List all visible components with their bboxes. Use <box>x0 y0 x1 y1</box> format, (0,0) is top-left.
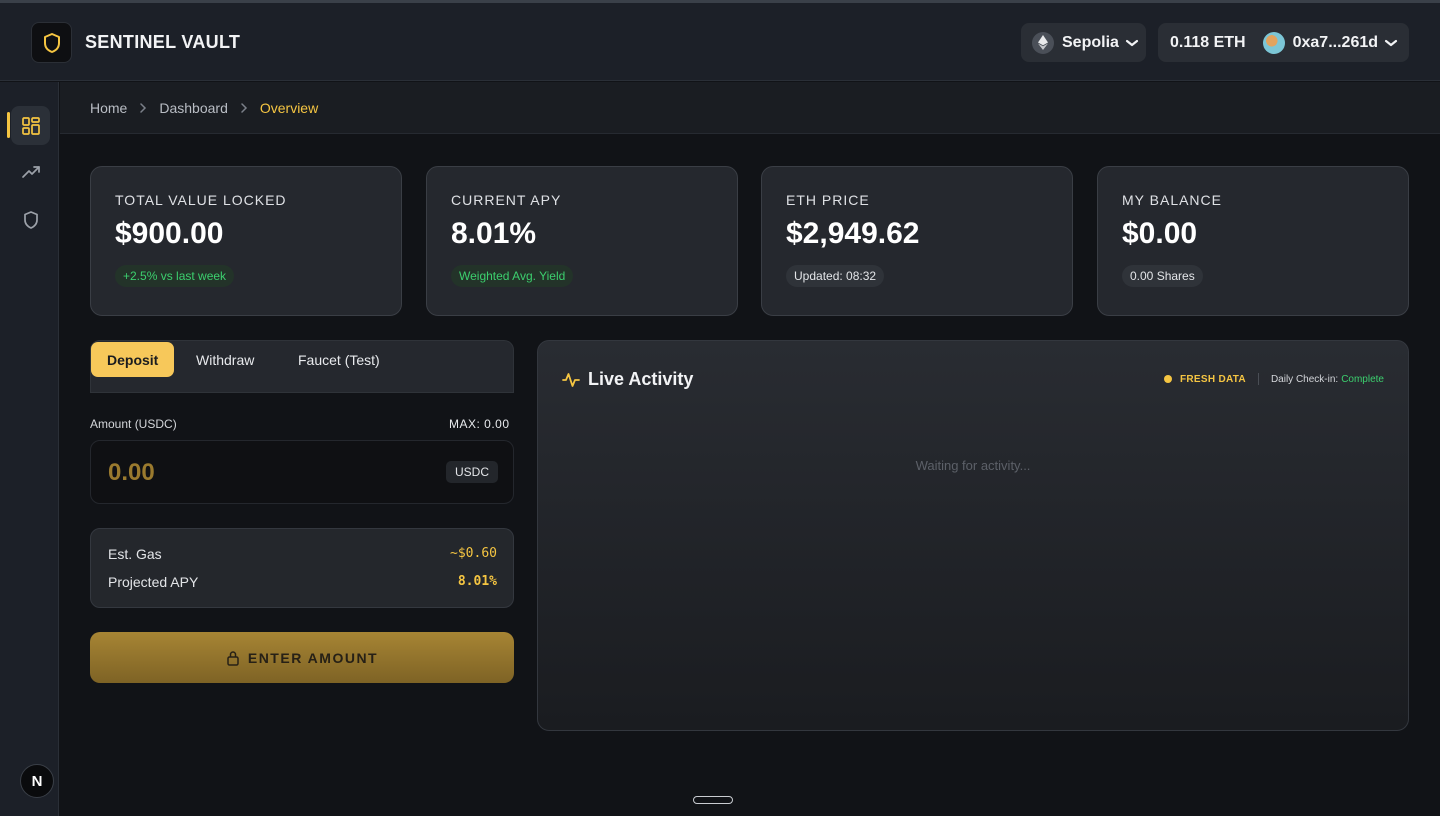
wallet-button[interactable]: 0.118 ETH 0xa7...261d <box>1158 23 1409 62</box>
chevron-right-icon <box>139 102 147 113</box>
activity-pulse-icon <box>562 372 580 387</box>
devtools-badge[interactable]: N <box>20 764 54 798</box>
est-gas-label: Est. Gas <box>108 546 162 562</box>
status-dot <box>1163 375 1172 383</box>
sidebar-item-security[interactable] <box>11 200 50 239</box>
amount-input[interactable]: 0.00 USDC <box>90 440 514 504</box>
stat-card-tvl: TOTAL VALUE LOCKED $900.00 +2.5% vs last… <box>90 166 402 316</box>
stat-label: TOTAL VALUE LOCKED <box>115 192 287 208</box>
sidebar <box>0 82 59 816</box>
activity-title: Live Activity <box>588 369 694 389</box>
stat-card-balance: MY BALANCE $0.00 0.00 Shares <box>1097 166 1409 316</box>
checkin-status: Complete <box>1341 373 1384 385</box>
est-gas-value: ~$0.60 <box>450 546 497 561</box>
eth-balance: 0.118 ETH <box>1170 33 1246 51</box>
chevron-right-icon <box>240 102 248 113</box>
amount-value: 0.00 <box>108 459 155 486</box>
estimate-summary: Est. Gas ~$0.60 Projected APY 8.01% <box>90 528 514 608</box>
tab-withdraw[interactable]: Withdraw <box>180 342 270 377</box>
network-selector[interactable]: Sepolia <box>1021 23 1146 62</box>
tab-faucet[interactable]: Faucet (Test) <box>282 342 396 377</box>
breadcrumb-current: Overview <box>259 99 319 116</box>
stat-badge: 0.00 Shares <box>1122 265 1203 287</box>
stat-label: CURRENT APY <box>451 192 562 208</box>
ethereum-icon <box>1032 31 1054 54</box>
projected-apy-row: Projected APY 8.01% <box>108 574 497 590</box>
top-header: SENTINEL VAULT Sepolia 0.118 ETH 0xa7...… <box>0 3 1440 81</box>
sidebar-item-dashboard[interactable] <box>11 106 50 145</box>
logo <box>31 22 72 63</box>
enter-amount-button[interactable]: ENTER AMOUNT <box>90 632 514 683</box>
stat-value: 8.01% <box>451 217 537 250</box>
max-button[interactable]: MAX: 0.00 <box>449 417 510 431</box>
empty-state: Waiting for activity... <box>915 458 1031 473</box>
sidebar-item-analytics[interactable] <box>11 153 50 192</box>
fresh-data-label: FRESH DATA <box>1179 373 1246 385</box>
active-indicator <box>7 112 10 138</box>
activity-status: FRESH DATA Daily Check-in: Complete <box>1163 373 1384 385</box>
divider <box>1257 373 1259 385</box>
stat-badge: Updated: 08:32 <box>786 265 885 287</box>
projected-apy-value: 8.01% <box>457 574 497 589</box>
shield-logo-icon <box>43 32 60 53</box>
stat-card-apy: CURRENT APY 8.01% Weighted Avg. Yield <box>426 166 738 316</box>
stat-badge: Weighted Avg. Yield <box>451 265 574 287</box>
trending-up-icon <box>21 165 40 178</box>
avatar <box>1262 31 1285 54</box>
live-activity-panel: Live Activity FRESH DATA Daily Check-in:… <box>537 340 1409 731</box>
enter-amount-label: ENTER AMOUNT <box>247 649 379 666</box>
action-tabs: Deposit Withdraw Faucet (Test) <box>90 340 514 393</box>
activity-header: Live Activity <box>562 369 693 390</box>
stat-value: $2,949.62 <box>786 217 920 250</box>
stat-change-badge: +2.5% vs last week <box>115 265 235 287</box>
projected-apy-label: Projected APY <box>108 574 199 590</box>
scroll-handle[interactable] <box>693 796 733 804</box>
breadcrumb: Home Dashboard Overview <box>60 82 1440 134</box>
checkin-label: Daily Check-in: <box>1270 373 1339 385</box>
dashboard-grid-icon <box>21 116 40 135</box>
est-gas-row: Est. Gas ~$0.60 <box>108 546 497 562</box>
chevron-down-icon <box>1125 38 1139 48</box>
amount-label: Amount (USDC) <box>90 417 177 431</box>
stat-card-eth-price: ETH PRICE $2,949.62 Updated: 08:32 <box>761 166 1073 316</box>
shield-icon <box>23 210 38 229</box>
network-name: Sepolia <box>1062 33 1119 51</box>
stat-label: ETH PRICE <box>786 192 870 208</box>
tab-deposit[interactable]: Deposit <box>91 342 175 377</box>
breadcrumb-home[interactable]: Home <box>90 100 127 116</box>
brand-name: SENTINEL VAULT <box>85 32 241 52</box>
currency-tag: USDC <box>445 461 498 483</box>
wallet-address: 0xa7...261d <box>1292 33 1379 51</box>
breadcrumb-dashboard[interactable]: Dashboard <box>159 100 228 116</box>
stat-value: $0.00 <box>1122 217 1198 250</box>
stat-label: MY BALANCE <box>1122 192 1222 208</box>
chevron-down-icon <box>1384 38 1398 48</box>
lock-icon <box>227 650 239 666</box>
stat-value: $900.00 <box>115 217 224 250</box>
